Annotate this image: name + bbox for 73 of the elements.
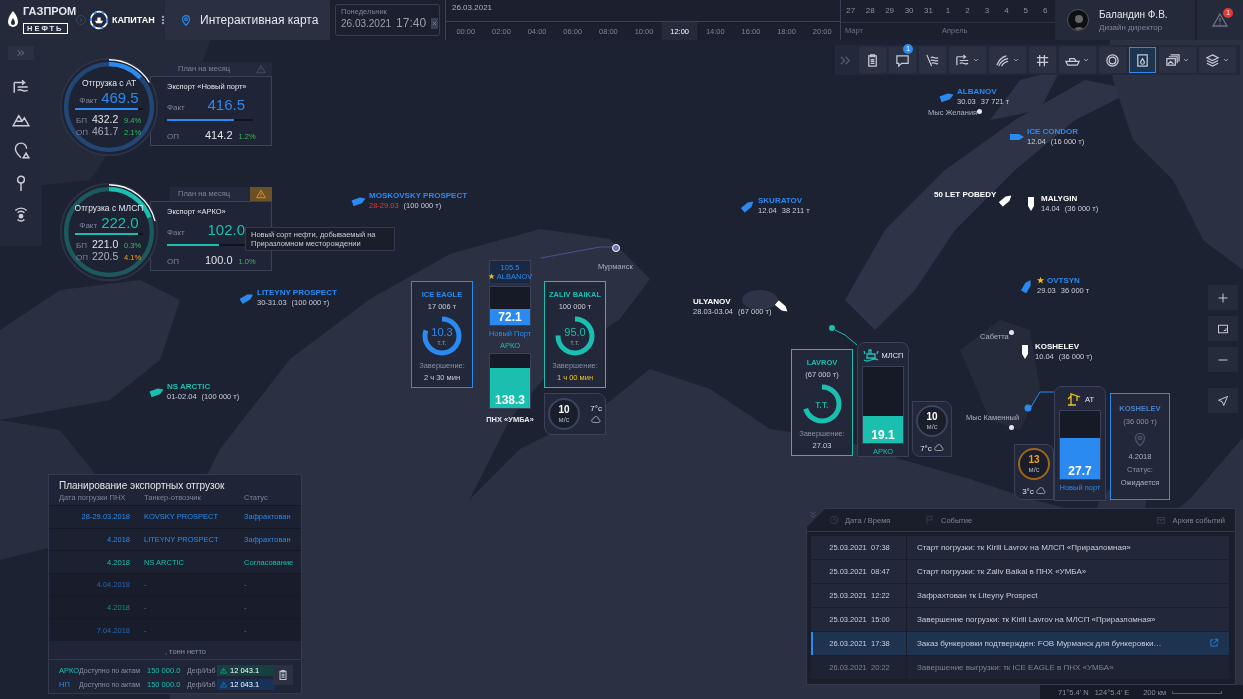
- page-title: Интерактивная карта: [200, 13, 319, 27]
- temperature: 3°с: [1022, 486, 1034, 496]
- gauge-value: 10.3: [431, 325, 453, 338]
- plan-label: ОП: [76, 252, 88, 262]
- calendar-day[interactable]: 27: [841, 0, 861, 23]
- plan-value: 414.2: [205, 128, 233, 141]
- plan-value: 220.5: [92, 249, 120, 262]
- calendar-day[interactable]: 1: [938, 0, 958, 23]
- calendar-day[interactable]: 6: [1035, 0, 1055, 23]
- fact-value: 469.5: [101, 88, 139, 106]
- time-value: 17:40: [396, 16, 427, 30]
- ship-name[interactable]: LITEYNY PROSPECT: [257, 288, 337, 297]
- event-text: Завершение погрузки: тк Kirill Lavrov на МЛСП «Приразломная»: [916, 614, 1157, 624]
- panel-title: Планирование экспортных отгрузок: [58, 479, 226, 491]
- temperature: 7°с: [590, 403, 602, 413]
- plan-label: ОП: [167, 131, 179, 141]
- ship-name[interactable]: 50 LET POBEDY: [934, 190, 997, 199]
- kpi-title: Отгрузка с МЛСП: [74, 202, 144, 213]
- plan-label: ОП: [167, 256, 179, 266]
- tank-value: 27.7: [1068, 465, 1092, 477]
- app-name: КАПИТАН: [112, 15, 155, 25]
- calendar-day[interactable]: 3: [977, 0, 997, 23]
- fact-value: 416.5: [207, 95, 245, 113]
- calendar-day[interactable]: 29: [879, 0, 900, 23]
- wind-speed: 13: [1028, 454, 1040, 465]
- plan-label: БП: [76, 240, 88, 250]
- event-text: Старт погрузки: тк Zaliv Baikal в ПНХ «УМБА»: [916, 566, 1088, 576]
- plan-label: ОП: [76, 127, 88, 137]
- timeline-date: 26.03.2021: [451, 3, 494, 14]
- ship-name[interactable]: MOSKOVSKY PROSPECT: [369, 191, 468, 200]
- ship-name[interactable]: ALBANOV: [957, 87, 997, 96]
- fact-label: Факт: [167, 227, 185, 237]
- plan-value: 100.0: [205, 253, 233, 266]
- gauge-value: т.т.: [815, 398, 829, 410]
- wind-speed: 10: [558, 404, 570, 415]
- ship-name[interactable]: ULYANOV: [693, 297, 731, 306]
- calendar-day[interactable]: 2: [957, 0, 978, 23]
- fact-label: Факт: [167, 102, 185, 112]
- plan-value: 432.2: [92, 112, 120, 125]
- event-text: Завершение выгрузки: тк ICE EAGLE в ПНХ «УМБА»: [916, 662, 1115, 672]
- ship-name[interactable]: SKURATOV: [758, 196, 803, 205]
- gauge-value: 95.0: [564, 325, 586, 338]
- star-icon: ★: [1037, 276, 1044, 285]
- calendar-day[interactable]: 28: [860, 0, 880, 23]
- user-name: Баландин Ф.В.: [1099, 8, 1168, 20]
- plan-value: 221.0: [92, 237, 120, 250]
- calendar-day[interactable]: 31: [918, 0, 939, 23]
- ship-name[interactable]: NS ARCTIC: [167, 382, 211, 391]
- user-role: Дизайн директор: [1099, 22, 1164, 32]
- plan-label: БП: [76, 115, 88, 125]
- tank-value: 72.1: [498, 311, 522, 323]
- ship-name[interactable]: MALYGIN: [1041, 194, 1078, 203]
- fact-label: Факт: [79, 220, 98, 230]
- event-text: Заказ бункеровки подтвержден: FOB Мурманск для бункеровки…: [916, 638, 1163, 648]
- fact-label: Факт: [79, 95, 98, 105]
- calendar-day[interactable]: 5: [1016, 0, 1036, 23]
- kpi-title: Отгрузка с АТ: [81, 77, 137, 88]
- fact-value: 222.0: [101, 213, 139, 231]
- tank-value: 138.3: [495, 394, 525, 406]
- ship-name[interactable]: OVTSYN: [1047, 276, 1080, 285]
- ship-name[interactable]: ICE CONDOR: [1027, 127, 1079, 136]
- event-text: Зафрахтован тк Liteyny Prospect: [916, 590, 1039, 600]
- plan-value: 461.7: [92, 124, 120, 137]
- calendar-day[interactable]: 4: [996, 0, 1017, 23]
- calendar-day[interactable]: 30: [899, 0, 919, 23]
- wind-speed: 10: [926, 411, 938, 422]
- event-text: Старт погрузки: тк Kirill Lavrov на МЛСП «Приразломная»: [916, 542, 1132, 552]
- date-value: 26.03.2021: [341, 17, 392, 29]
- brand-name: ГАЗПРОМ: [23, 5, 77, 17]
- fact-value: 102.0: [207, 220, 245, 238]
- temperature: 7°с: [920, 443, 932, 453]
- ship-name[interactable]: KOSHELEV: [1035, 342, 1079, 351]
- tank-value: 19.1: [871, 429, 895, 441]
